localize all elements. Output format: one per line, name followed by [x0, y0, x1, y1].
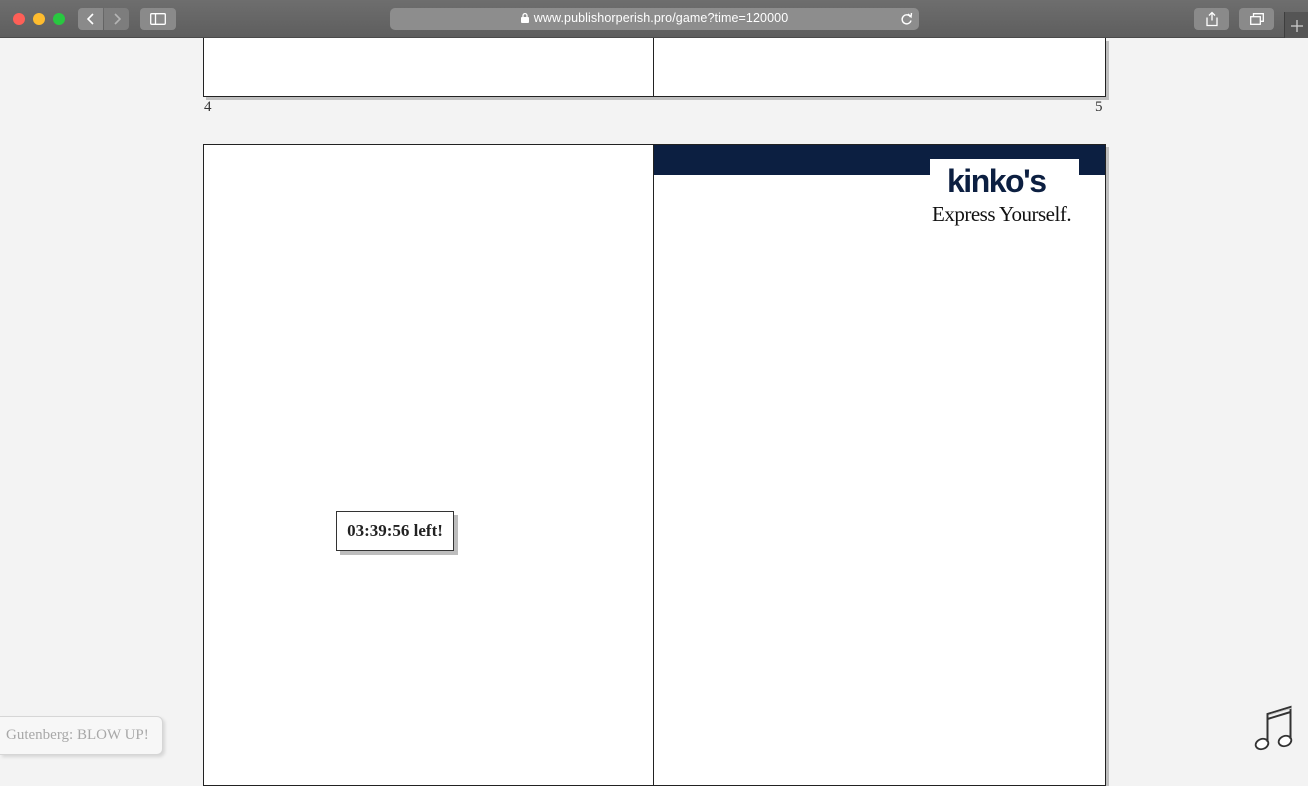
address-bar[interactable]: www.publishorperish.pro/game?time=120000 — [390, 8, 919, 30]
spread-pages-4-5 — [203, 38, 1106, 97]
minimize-window-button[interactable] — [33, 13, 45, 25]
share-button[interactable] — [1194, 8, 1229, 30]
ad-brand: kinko's — [947, 163, 1047, 199]
tab-overview-button[interactable] — [1239, 8, 1274, 30]
new-tab-icon — [1291, 20, 1303, 32]
forward-button[interactable] — [104, 8, 129, 30]
browser-toolbar: www.publishorperish.pro/game?time=120000 — [0, 0, 1308, 38]
back-button[interactable] — [78, 8, 103, 30]
back-icon — [86, 13, 94, 25]
tabs-icon — [1249, 13, 1264, 25]
forward-icon — [113, 13, 121, 25]
new-tab-button[interactable] — [1284, 12, 1308, 38]
music-note-icon — [1254, 705, 1293, 751]
page-number-left: 4 — [204, 99, 212, 115]
zoom-window-button[interactable] — [53, 13, 65, 25]
sidebar-button[interactable] — [140, 8, 176, 30]
ad-tagline: Express Yourself. — [932, 202, 1072, 226]
chat-message: Gutenberg: BLOW UP! — [0, 716, 163, 755]
kinkos-logo: kinko's — [947, 163, 1047, 199]
page-gutter — [653, 38, 654, 96]
page-number-right: 5 — [1095, 99, 1103, 115]
time-left-timer: 03:39:56 left! — [336, 511, 454, 551]
url-text: www.publishorperish.pro/game?time=120000 — [533, 11, 789, 25]
lock-icon — [520, 13, 529, 23]
page-gutter — [653, 145, 654, 785]
reload-icon[interactable] — [900, 12, 913, 26]
sidebar-icon — [150, 13, 166, 25]
close-window-button[interactable] — [13, 13, 25, 25]
share-icon — [1205, 11, 1218, 27]
music-toggle-button[interactable] — [1252, 704, 1298, 754]
spread-next-pages: kinko's Express Yourself. — [203, 144, 1106, 786]
